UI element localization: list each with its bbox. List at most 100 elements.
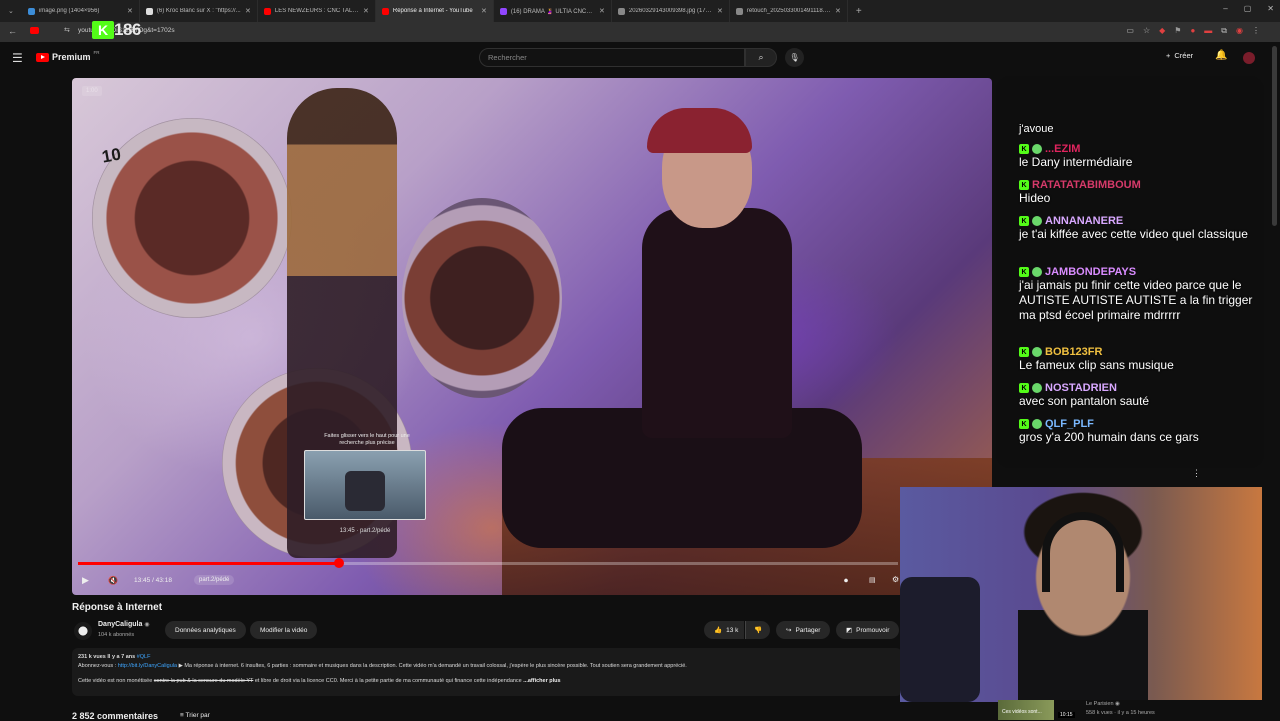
youtube-logo[interactable]: Premium FR <box>36 49 100 62</box>
recommended-video[interactable]: Ces vidéos sont... 10:15 Le Parisien ◉ 5… <box>998 700 1280 720</box>
chat-message: K NOSTADRIEN avec son pantalon sauté <box>1019 382 1259 409</box>
tab-close-icon[interactable]: ✕ <box>835 7 841 15</box>
time-display: 13:45 / 43:18 <box>134 577 172 584</box>
analytics-button[interactable]: Données analytiques <box>165 621 246 639</box>
chat-message: K ...EZIM le Dany intermédiaire <box>1019 143 1259 170</box>
edit-video-button[interactable]: Modifier la vidéo <box>250 621 318 639</box>
mute-icon[interactable]: 🔇 <box>108 576 118 585</box>
site-settings-icon[interactable]: ⇆ <box>64 26 70 34</box>
search-input[interactable]: Rechercher <box>479 48 745 67</box>
logo-region: FR <box>93 49 100 55</box>
more-options-icon[interactable]: ⋮ <box>1192 468 1201 479</box>
chat-message-text: j'avoue <box>1019 123 1054 135</box>
tab-label: 20260329143009398.jpg (1736... <box>628 8 713 14</box>
chat-username[interactable]: QLF_PLF <box>1045 418 1094 430</box>
struck-text: contre la pub & la censure du modèle YT <box>153 677 254 684</box>
analytics-label: Données analytiques <box>175 626 236 634</box>
sort-comments-button[interactable]: ≡ Trier par <box>180 712 210 719</box>
views-date: 231 k vues Il y a 7 ans <box>78 654 136 660</box>
dislike-button[interactable]: 👎 <box>745 621 771 639</box>
extension-icon[interactable]: ● <box>1190 26 1195 36</box>
promote-button[interactable]: ◩ Promouvoir <box>836 621 900 639</box>
maximize-icon[interactable]: ▢ <box>1244 4 1252 13</box>
browser-tab[interactable]: image.png (1404×956) ✕ <box>22 0 140 22</box>
create-button[interactable]: + Créer <box>1166 51 1193 60</box>
video-player[interactable]: 10 1:00 Faites glisser vers le haut pour… <box>72 78 992 595</box>
new-tab-icon[interactable]: + <box>856 6 862 17</box>
hashtag-link[interactable]: #QLF <box>137 654 151 660</box>
voice-search-button[interactable]: 🎙 <box>785 48 804 67</box>
subscribe-link[interactable]: http://bit.ly/DanyCaligula <box>118 663 177 669</box>
extension-icon[interactable]: ⚑ <box>1174 26 1181 36</box>
tab-favicon <box>617 7 625 15</box>
browser-tab-active[interactable]: Réponse à Internet - YouTube ✕ <box>375 0 494 22</box>
window-close-icon[interactable]: ✕ <box>1267 4 1274 13</box>
plus-icon: + <box>1166 51 1171 60</box>
chat-username[interactable]: ...EZIM <box>1045 143 1080 155</box>
tab-list-button[interactable]: ⌄ <box>0 7 22 15</box>
chat-username[interactable]: JAMBONDEPAYS <box>1045 266 1136 278</box>
extension-icon[interactable]: ▬ <box>1204 26 1212 36</box>
extension-icon[interactable]: ◆ <box>1159 26 1165 36</box>
account-avatar[interactable] <box>1243 52 1255 64</box>
chat-username[interactable]: NOSTADRIEN <box>1045 382 1117 394</box>
autoplay-toggle-icon[interactable]: ⏺ <box>844 576 848 586</box>
progress-scrubber-handle[interactable] <box>333 558 344 568</box>
chat-message-text: j'ai jamais pu finir cette video parce q… <box>1019 278 1253 322</box>
channel-avatar[interactable] <box>74 622 92 640</box>
channel-name[interactable]: DanyCaligula ◉ <box>98 621 150 628</box>
play-icon[interactable]: ▶ <box>82 575 89 586</box>
back-icon[interactable]: ← <box>8 26 17 36</box>
red-cap <box>647 108 752 153</box>
youtube-play-icon <box>36 52 49 62</box>
browser-tab[interactable]: (16) DRAMA 🤰 ULTIA CNC?!... ✕ <box>494 0 612 22</box>
kick-badge-icon: K <box>1019 216 1029 226</box>
promote-icon: ◩ <box>846 627 853 634</box>
video-duration: 10:15 <box>1058 712 1075 718</box>
like-button[interactable]: 👍 13 k <box>704 621 745 639</box>
extension-icons: ▭ ☆ ◆ ⚑ ● ▬ ⧉ ◉ ⋮ <box>1126 26 1260 36</box>
share-button[interactable]: ↪ Partager <box>776 621 831 639</box>
cast-icon[interactable]: ▭ <box>1126 26 1134 36</box>
video-description[interactable]: 231 k vues Il y a 7 ans #QLF Abonnez-vou… <box>72 648 902 696</box>
chat-username[interactable]: BOB123FR <box>1045 346 1102 358</box>
browser-tab[interactable]: (6) Kroc Blanc sur X : "https://... ✕ <box>140 0 258 22</box>
logo-text: Premium <box>52 52 91 62</box>
thumbnail-text: Ces vidéos sont... <box>1002 709 1042 715</box>
settings-gear-icon[interactable]: ⚙ <box>892 575 899 584</box>
browser-tab-strip: ⌄ image.png (1404×956) ✕ (6) Kroc Blanc s… <box>0 0 1280 22</box>
hamburger-menu-icon[interactable]: ☰ <box>12 51 23 65</box>
extensions-puzzle-icon[interactable]: ⧉ <box>1221 26 1227 36</box>
minimize-icon[interactable]: – <box>1223 4 1227 13</box>
tab-close-icon[interactable]: ✕ <box>599 7 605 15</box>
notifications-bell-icon[interactable]: 🔔 <box>1215 50 1227 61</box>
tab-close-icon[interactable]: ✕ <box>127 7 133 15</box>
browser-tab[interactable]: retouch_2025033001491118.jp... ✕ <box>730 0 848 22</box>
subtitles-icon[interactable]: ▤ <box>869 576 876 584</box>
thumbs-down-icon: 👎 <box>754 627 763 634</box>
tab-close-icon[interactable]: ✕ <box>717 7 723 15</box>
chapter-button[interactable]: part.2/pédé <box>194 575 235 585</box>
scrub-preview-time: 13:45 · part.2/pédé <box>339 528 391 534</box>
browser-tab[interactable]: 20260329143009398.jpg (1736... ✕ <box>612 0 730 22</box>
tab-close-icon[interactable]: ✕ <box>363 7 369 15</box>
chat-username[interactable]: ANNANANERE <box>1045 215 1123 227</box>
description-line-2: Cette vidéo est non monétisée contre la … <box>78 677 896 686</box>
washing-machine-drum <box>92 118 292 318</box>
bookmark-star-icon[interactable]: ☆ <box>1143 26 1150 36</box>
search-button[interactable]: ⌕ <box>745 48 777 67</box>
recommended-thumbnail[interactable]: Ces vidéos sont... <box>998 700 1054 720</box>
profile-icon[interactable]: ◉ <box>1236 26 1243 36</box>
promote-label: Promouvoir <box>856 626 890 634</box>
kick-badge-icon: K <box>1019 419 1029 429</box>
chat-username[interactable]: RATATATABIMBOUM <box>1032 179 1141 191</box>
tab-close-icon[interactable]: ✕ <box>481 7 487 15</box>
browser-menu-icon[interactable]: ⋮ <box>1252 26 1260 36</box>
tab-close-icon[interactable]: ✕ <box>245 7 251 15</box>
tab-favicon <box>145 7 153 15</box>
skull-badge-icon <box>1032 419 1042 429</box>
chat-message: K RATATATABIMBOUM Hideo <box>1019 179 1259 206</box>
show-more-link[interactable]: ...afficher plus <box>523 678 560 684</box>
browser-tab[interactable]: LES NEWZEURS : CNC TALENT... ✕ <box>258 0 376 22</box>
page-scrollbar[interactable] <box>1272 46 1277 226</box>
